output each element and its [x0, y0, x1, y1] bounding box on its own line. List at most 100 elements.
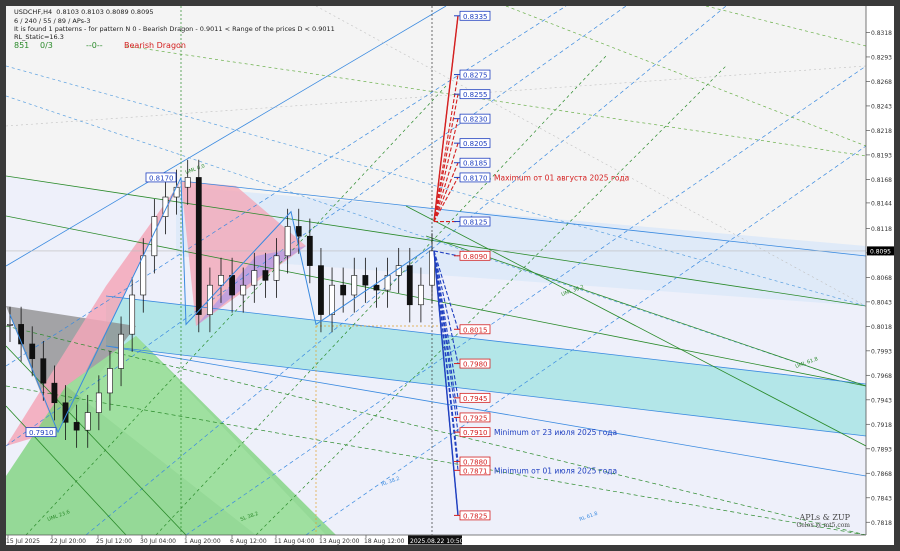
- candle-body: [140, 255, 147, 296]
- target-price: 0.7910: [463, 429, 488, 437]
- brand-block: APLs & ZUP Gelox @ mt5.com: [796, 513, 850, 529]
- price-tick-label: 0.8018: [871, 324, 892, 331]
- symbol-label: USDCHF,H4: [14, 8, 53, 16]
- candle-body: [329, 284, 335, 315]
- candle-body: [318, 265, 324, 315]
- candle-body: [7, 324, 13, 326]
- target-price: 0.7880: [463, 459, 488, 467]
- price-tick-label: 0.8168: [871, 177, 892, 184]
- price-tick-label: 0.8144: [871, 200, 892, 207]
- target-price: 0.7825: [463, 512, 488, 520]
- candle-body: [406, 265, 413, 306]
- price-tick-label: 0.8068: [871, 275, 892, 282]
- candle-body: [340, 284, 347, 296]
- candle-body: [373, 284, 380, 291]
- pattern-name: Bearish Dragon: [124, 41, 186, 50]
- annotation-text: Minimum от 01 июля 2025 года: [494, 466, 617, 475]
- pattern-line: It is found 1 patterns - for pattern N 0…: [14, 25, 335, 33]
- candle-body: [173, 186, 180, 198]
- target-price: 0.7945: [463, 395, 488, 403]
- candle-body: [73, 422, 80, 431]
- target-price: 0.7925: [463, 414, 488, 422]
- count-1: 851: [14, 41, 30, 50]
- time-tick-label: 18 Aug 12:00: [364, 538, 405, 545]
- target-price: 0.8230: [463, 116, 488, 124]
- candle-body: [184, 177, 191, 188]
- price-tick-label: 0.7918: [871, 422, 892, 429]
- time-tick-label: 1 Aug 20:00: [184, 538, 221, 545]
- price-tick-label: 0.7993: [871, 348, 892, 355]
- chart-area[interactable]: UML 0.0 UML 38.2 UML 61.8 UML 23.6 SL 38.2 RL…: [6, 6, 894, 545]
- price-tick-label: 0.8268: [871, 79, 892, 86]
- candle-body: [107, 368, 113, 394]
- price-tick-label: 0.8043: [871, 299, 892, 306]
- mark-label: --0--: [86, 41, 103, 50]
- brand-line-2: Gelox @ mt5.com: [796, 522, 850, 529]
- info-line: 6 / 240 / 55 / 89 / APs-3: [14, 17, 91, 25]
- count-2: 0/3: [40, 41, 53, 50]
- time-cursor-label: 2025.08.22 10:50: [410, 538, 464, 545]
- price-tick-label: 0.8293: [871, 54, 892, 61]
- pivot-label: 0.7910: [29, 429, 54, 437]
- candle-body: [218, 275, 224, 286]
- candle-body: [306, 235, 313, 266]
- candle-body: [251, 270, 258, 286]
- candle-body: [273, 255, 280, 281]
- candle-body: [29, 343, 36, 359]
- time-tick-label: 30 Jul 04:00: [140, 538, 176, 545]
- candle-body: [206, 284, 213, 315]
- candle-body: [362, 275, 369, 286]
- candle-body: [84, 412, 91, 431]
- candle-body: [284, 226, 291, 257]
- candle-body: [295, 226, 302, 237]
- price-tick-label: 0.8318: [871, 30, 892, 37]
- candle-body: [129, 294, 136, 335]
- time-tick-label: 25 Jul 12:00: [96, 538, 132, 545]
- target-price: 0.8335: [463, 13, 488, 21]
- price-tick-label: 0.7818: [871, 520, 892, 527]
- target-price: 0.8090: [463, 253, 488, 261]
- price-tick-label: 0.8218: [871, 128, 892, 135]
- candle-body: [195, 177, 202, 315]
- price-tick-label: 0.7968: [871, 373, 892, 380]
- target-price: 0.8170: [463, 174, 488, 182]
- candle-body: [118, 333, 124, 369]
- time-axis: 15 Jul 2025 22 Jul 20:00 25 Jul 12:00 30 Ju…: [6, 534, 866, 545]
- pivot-label: 0.8170: [149, 174, 174, 182]
- price-tick-label: 0.7893: [871, 446, 892, 453]
- price-chart[interactable]: UML 0.0UML 38.2UML 61.8UML 23.6 SL 38.2RL…: [6, 6, 894, 545]
- time-tick-label: 22 Jul 20:00: [50, 538, 86, 545]
- candle-body: [417, 284, 424, 306]
- target-price: 0.7871: [463, 467, 488, 475]
- target-price: 0.8275: [463, 72, 488, 80]
- target-price: 0.8015: [463, 326, 488, 334]
- annotation-text: Minimum от 23 июля 2025 года: [494, 428, 617, 437]
- target-price: 0.8185: [463, 160, 488, 168]
- time-tick-label: 11 Aug 04:00: [274, 538, 315, 545]
- candle-body: [351, 275, 358, 296]
- candle-body: [51, 382, 58, 404]
- ohlc-label: 0.8103 0.8103 0.8089 0.8095: [56, 8, 154, 16]
- price-tick-label: 0.8243: [871, 103, 892, 110]
- price-tick-label: 0.8118: [871, 226, 892, 233]
- candle-body: [229, 275, 236, 296]
- static-line: RL_Static=16.3: [14, 33, 64, 41]
- candle-body: [95, 392, 102, 413]
- chart-window-frame: UML 0.0 UML 38.2 UML 61.8 UML 23.6 SL 38.2 RL…: [0, 0, 900, 551]
- target-price: 0.7980: [463, 361, 488, 369]
- current-price-label: 0.8095: [870, 248, 891, 255]
- target-price: 0.8125: [463, 219, 488, 227]
- time-tick-label: 15 Jul 2025: [6, 538, 40, 545]
- price-axis: 0.8318 0.8293 0.8268 0.8243 0.8218 0.8193 0.81…: [865, 6, 894, 545]
- price-tick-label: 0.7868: [871, 471, 892, 478]
- candle-body: [240, 284, 247, 296]
- time-tick-label: 13 Aug 20:00: [319, 538, 360, 545]
- annotation-text: Maximum от 01 августа 2025 года: [494, 173, 629, 182]
- header-symbol-line: USDCHF,H4 0.8103 0.8103 0.8089 0.8095: [14, 8, 153, 16]
- target-price: 0.8255: [463, 91, 488, 99]
- brand-line-1: APLs & ZUP: [799, 513, 850, 522]
- candle-body: [262, 270, 269, 281]
- time-tick-label: 6 Aug 12:00: [230, 538, 267, 545]
- price-tick-label: 0.8193: [871, 152, 892, 159]
- price-tick-label: 0.7943: [871, 397, 892, 404]
